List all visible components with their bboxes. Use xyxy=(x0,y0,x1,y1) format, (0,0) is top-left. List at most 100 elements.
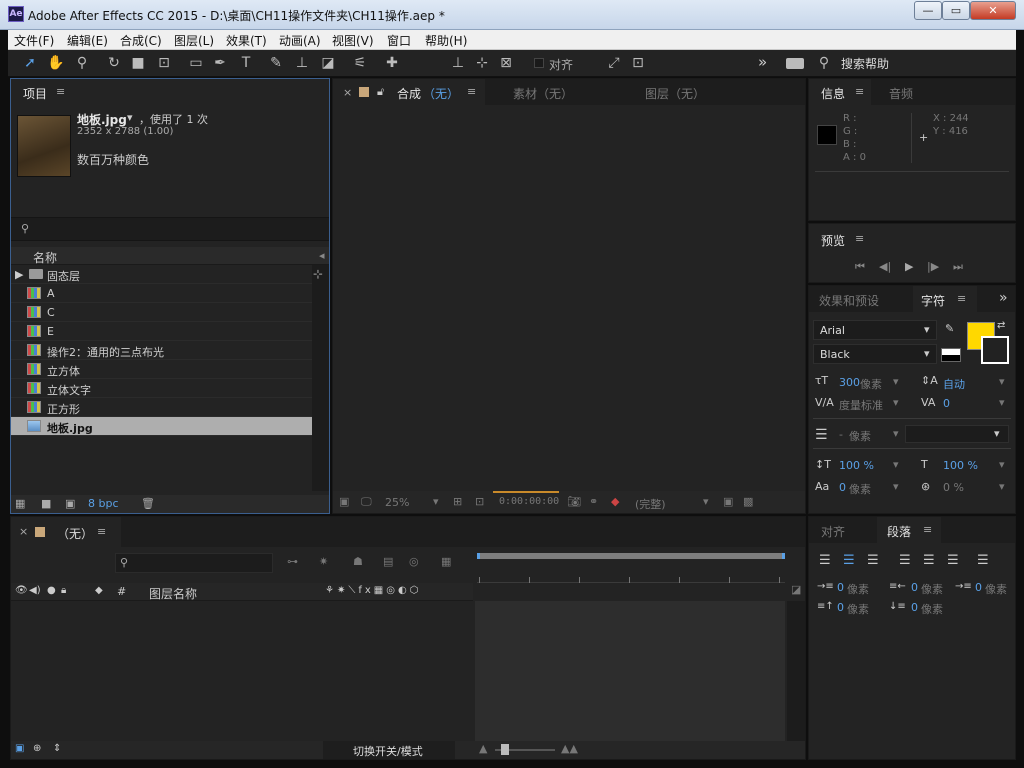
dropdown-arrow-icon[interactable]: ▾ xyxy=(999,396,1005,409)
tab-info[interactable]: 信息 ≡ xyxy=(809,79,871,105)
toggle-switches-modes-button[interactable]: 切换开关/模式 xyxy=(323,741,455,759)
close-button[interactable]: ✕ xyxy=(970,1,1016,20)
align-checkbox[interactable] xyxy=(534,58,544,68)
tracking-value[interactable]: 0 xyxy=(943,397,950,410)
dropdown-arrow-icon[interactable]: ▾ xyxy=(893,396,899,409)
solo-icon[interactable]: ● xyxy=(47,585,56,596)
selection-tool-icon[interactable]: ➚ xyxy=(20,54,40,72)
swap-colors-icon[interactable]: ⇄ xyxy=(997,320,1005,331)
zoom-select[interactable]: 25% xyxy=(385,496,409,509)
search-help-input[interactable]: 搜索帮助 xyxy=(841,55,889,72)
dropdown-arrow-icon[interactable]: ▾ xyxy=(999,375,1005,388)
close-tab-icon[interactable]: × xyxy=(19,525,28,538)
dropdown-arrow-icon[interactable]: ▾ xyxy=(999,480,1005,493)
justify-last-left-icon[interactable]: ☰ xyxy=(899,553,911,568)
toolbar-overflow-button[interactable]: » xyxy=(758,53,767,71)
always-preview-icon[interactable]: ▣ xyxy=(339,495,349,508)
tab-align[interactable]: 对齐 xyxy=(821,523,845,540)
menu-window[interactable]: 窗口 xyxy=(387,32,411,49)
indent-left-value[interactable]: 0 xyxy=(837,581,844,594)
dropdown-arrow-icon[interactable]: ▾ xyxy=(893,458,899,471)
zoom-in-icon[interactable]: ▲▲ xyxy=(561,742,578,755)
horizontal-scale-value[interactable]: 100 % xyxy=(943,459,978,472)
tab-layer[interactable]: 图层（无） xyxy=(645,85,705,102)
lock-icon[interactable]: 🔒︎ xyxy=(61,585,66,596)
vertical-scale-value[interactable]: 100 % xyxy=(839,459,874,472)
snap-grid-icon[interactable]: ⊡ xyxy=(628,54,648,72)
play-icon[interactable]: ▶ xyxy=(905,260,913,273)
channel-icon[interactable]: ◆ xyxy=(611,495,619,508)
panel-menu-icon[interactable]: ≡ xyxy=(97,525,106,538)
leading-value[interactable]: 自动 xyxy=(943,376,965,392)
menu-edit[interactable]: 编辑(E) xyxy=(67,32,108,49)
font-size-value[interactable]: 300 xyxy=(839,376,860,389)
tab-preview[interactable]: 预览 xyxy=(821,232,845,249)
timeline-search-input[interactable]: ⚲ xyxy=(115,553,273,573)
rotate-tool-icon[interactable]: ↻ xyxy=(104,54,124,72)
justify-all-icon[interactable]: ☰ xyxy=(977,553,989,568)
tab-paragraph[interactable]: 段落 ≡ xyxy=(877,517,941,543)
menu-effect[interactable]: 效果(T) xyxy=(226,32,267,49)
justify-last-center-icon[interactable]: ☰ xyxy=(923,553,935,568)
tab-timeline[interactable]: × （无） ≡ xyxy=(11,517,121,547)
zoom-tool-icon[interactable]: ⚲ xyxy=(72,54,92,72)
type-tool-icon[interactable]: T xyxy=(236,54,256,72)
snapshot-icon[interactable]: 📷︎ xyxy=(567,495,581,508)
toggle-pane-icon[interactable]: ▣ xyxy=(15,743,24,754)
title-safe-icon[interactable]: ⊞ xyxy=(453,495,462,508)
close-tab-icon[interactable]: × xyxy=(343,86,352,99)
menu-animation[interactable]: 动画(A) xyxy=(279,32,321,49)
item-usage-dropdown-icon[interactable]: ▾ xyxy=(127,111,133,124)
first-frame-icon[interactable]: ⏮ xyxy=(855,260,865,274)
region-of-interest-icon[interactable]: ▣ xyxy=(723,495,733,508)
indent-first-value[interactable]: 0 xyxy=(975,581,982,594)
monitor-icon[interactable]: 🖵︎ xyxy=(361,495,372,509)
menu-file[interactable]: 文件(F) xyxy=(14,32,54,49)
comp-marker-bin-icon[interactable]: ◪ xyxy=(791,583,801,596)
zoom-out-icon[interactable]: ▲ xyxy=(479,742,487,755)
list-item-selected[interactable]: 地板.jpg xyxy=(11,417,312,436)
tab-composition[interactable]: × 🔓︎ 合成 （无） ≡ xyxy=(333,79,485,105)
mask-visibility-icon[interactable]: ⊡ xyxy=(475,495,484,508)
font-style-select[interactable]: Black ▾ xyxy=(813,344,937,364)
snap-icon[interactable]: ⤢ xyxy=(604,54,624,72)
work-area-bar[interactable] xyxy=(477,553,785,559)
motion-blur-icon[interactable]: ◎ xyxy=(409,555,419,568)
tab-effects-presets[interactable]: 效果和预设 xyxy=(819,292,879,309)
hand-tool-icon[interactable]: ✋ xyxy=(46,54,66,72)
stroke-style-select[interactable]: ▾ xyxy=(905,425,1009,443)
list-item[interactable]: C xyxy=(11,303,312,322)
frame-blending-icon[interactable]: ▤ xyxy=(383,555,393,568)
kerning-value[interactable]: 度量标准 xyxy=(839,397,883,413)
next-frame-icon[interactable]: |▶︎ xyxy=(927,260,939,273)
list-item[interactable]: A xyxy=(11,284,312,303)
indent-right-value[interactable]: 0 xyxy=(911,581,918,594)
column-scroll-left-icon[interactable]: ◂ xyxy=(319,249,325,262)
new-folder-icon[interactable]: ■ xyxy=(41,497,51,510)
shy-layers-icon[interactable]: ☗ xyxy=(353,555,363,568)
layer-outline-area[interactable] xyxy=(11,601,473,741)
menu-help[interactable]: 帮助(H) xyxy=(425,32,467,49)
timeline-scrollbar[interactable] xyxy=(787,601,805,741)
list-item[interactable]: 操作2：通用的三点布光 xyxy=(11,341,312,360)
composition-viewer-area[interactable] xyxy=(333,106,805,490)
timeline-graph-area[interactable] xyxy=(475,601,785,741)
list-item[interactable]: ▶ 固态层 xyxy=(11,265,312,284)
clone-stamp-tool-icon[interactable]: ⊥ xyxy=(292,54,312,72)
list-item[interactable]: 正方形 xyxy=(11,398,312,417)
interpret-footage-icon[interactable]: ▦ xyxy=(15,497,25,510)
local-axis-icon[interactable]: ⊥ xyxy=(448,54,468,72)
panel-overflow-icon[interactable]: » xyxy=(999,290,1008,306)
puppet-tool-icon[interactable]: ✚ xyxy=(382,54,402,72)
expand-arrow-icon[interactable]: ▶ xyxy=(15,268,23,281)
panel-menu-icon[interactable]: ≡ xyxy=(56,85,65,98)
trash-icon[interactable]: 🗑 xyxy=(141,497,155,510)
pen-tool-icon[interactable]: ✒ xyxy=(210,54,230,72)
audio-icon[interactable]: ◀︎) xyxy=(29,585,41,596)
dropdown-arrow-icon[interactable]: ▾ xyxy=(999,458,1005,471)
flowchart-icon[interactable]: ⊹ xyxy=(313,267,323,281)
resolution-dropdown-icon[interactable]: ▾ xyxy=(703,495,709,508)
menu-composition[interactable]: 合成(C) xyxy=(120,32,162,49)
tab-audio[interactable]: 音频 xyxy=(889,85,913,102)
graph-editor-icon[interactable]: ▦ xyxy=(441,555,451,568)
